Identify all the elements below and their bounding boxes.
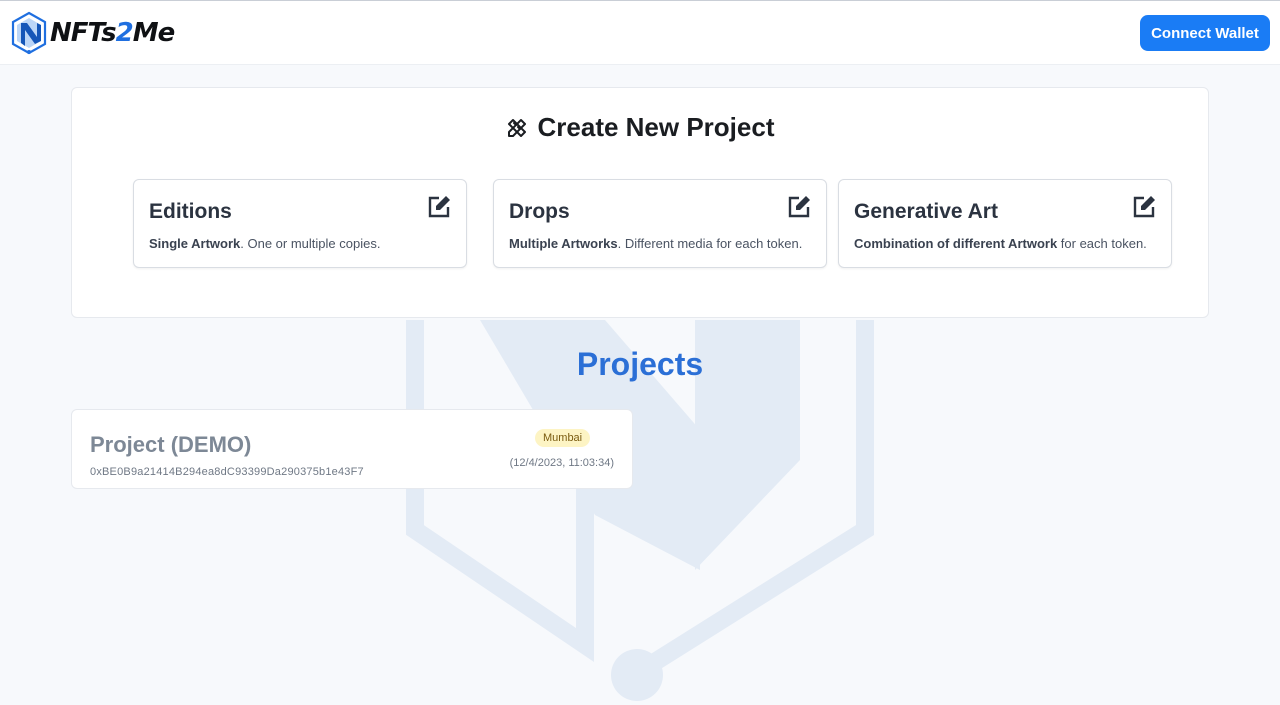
option-title: Generative Art [854,200,998,223]
logo-wordmark: NFTs2Me [50,18,175,48]
crossed-pencil-ruler-icon [507,118,526,137]
top-navbar: NFTs2Me Connect Wallet [0,0,1280,65]
option-description: Combination of different Artwork for eac… [854,236,1147,251]
create-project-panel: Create New Project Editions Single Artwo… [71,87,1209,318]
connect-wallet-button[interactable]: Connect Wallet [1140,15,1270,51]
create-project-title: Create New Project [72,112,1208,143]
nfts2me-logo[interactable]: NFTs2Me [10,11,175,55]
option-title: Drops [509,200,570,223]
project-timestamp: (12/4/2023, 11:03:34) [509,457,614,469]
project-name: Project (DEMO) [90,432,252,457]
option-title: Editions [149,200,232,223]
create-project-title-text: Create New Project [537,112,775,142]
option-drops[interactable]: Drops Multiple Artworks. Different media… [493,179,827,268]
edit-square-icon [788,196,810,218]
network-badge: Mumbai [535,429,591,447]
edit-square-icon [1133,196,1155,218]
edit-square-icon [428,196,450,218]
option-editions[interactable]: Editions Single Artwork. One or multiple… [133,179,467,268]
project-card[interactable]: Project (DEMO) 0xBE0B9a21414B294ea8dC933… [71,409,633,489]
project-contract-address: 0xBE0B9a21414B294ea8dC93399Da290375b1e43… [90,466,364,478]
projects-heading: Projects [576,346,704,382]
nfts2me-hex-logo-icon [11,11,47,55]
option-generative-art[interactable]: Generative Art Combination of different … [838,179,1172,268]
option-description: Single Artwork. One or multiple copies. [149,236,381,251]
option-description: Multiple Artworks. Different media for e… [509,236,803,251]
